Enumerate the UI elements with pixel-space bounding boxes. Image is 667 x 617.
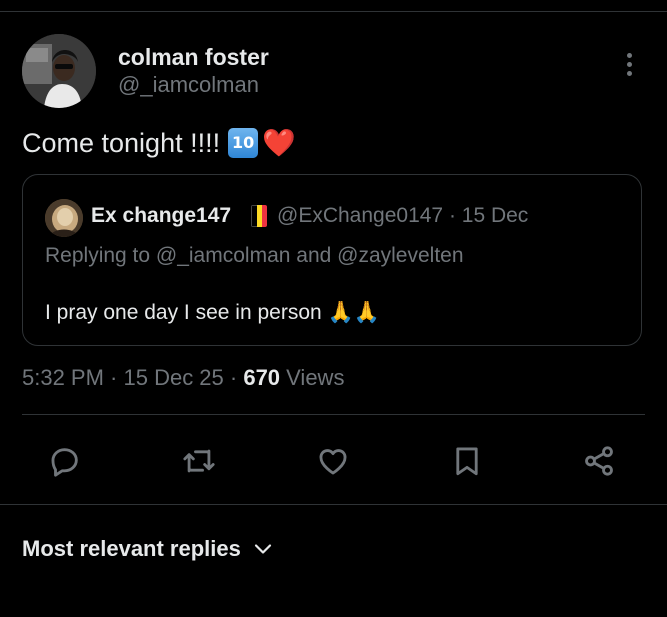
quoted-tweet-text: I pray one day I see in person 🙏🙏	[45, 301, 380, 324]
author-avatar[interactable]	[22, 34, 96, 108]
replies-sort-dropdown[interactable]: Most relevant replies	[22, 536, 275, 562]
share-button[interactable]	[580, 442, 618, 480]
tweet-time-date[interactable]: 5:32 PM · 15 Dec 25 ·	[22, 365, 243, 390]
replies-sort-label: Most relevant replies	[22, 536, 241, 561]
author-display-name[interactable]: colman foster	[118, 44, 269, 71]
replying-to-line[interactable]: Replying to @_iamcolman and @zaylevelten	[45, 244, 464, 268]
author-handle[interactable]: @_iamcolman	[118, 72, 259, 98]
tweet-detail-page: colman foster @_iamcolman Come tonight !…	[0, 0, 667, 617]
tweet-text: Come tonight !!!! 10 ❤️	[22, 127, 296, 159]
like-icon	[319, 449, 347, 475]
views-label: Views	[280, 365, 345, 390]
bookmark-button[interactable]	[448, 442, 486, 480]
more-dot-icon	[627, 71, 632, 76]
share-icon	[585, 446, 613, 476]
keycap-ten-emoji: 10	[228, 128, 259, 158]
retweet-icon	[183, 449, 215, 473]
quoted-author-avatar[interactable]	[45, 199, 83, 237]
more-dot-icon	[627, 62, 632, 67]
tweet-timestamp-views: 5:32 PM · 15 Dec 25 · 670 Views	[22, 365, 344, 391]
quoted-handle-date[interactable]: @ExChange0147 · 15 Dec	[277, 204, 528, 228]
more-dot-icon	[627, 53, 632, 58]
chevron-down-icon	[254, 544, 271, 554]
views-count: 670	[243, 365, 281, 390]
quoted-author-name[interactable]: Ex change147	[91, 204, 231, 228]
quoted-tweet-card[interactable]: Ex change147 @ExChange0147 · 15 Dec Repl…	[22, 174, 642, 346]
belgium-flag-emoji	[251, 205, 267, 227]
actions-top-divider	[22, 414, 645, 415]
bookmark-icon	[456, 447, 478, 476]
replies-divider	[0, 504, 667, 505]
reply-button[interactable]	[46, 442, 84, 480]
tweet-text-content: Come tonight !!!!	[22, 127, 221, 158]
reply-icon	[51, 448, 78, 477]
more-options-button[interactable]	[616, 50, 644, 80]
retweet-button[interactable]	[180, 442, 218, 480]
heart-emoji: ❤️	[262, 128, 296, 158]
top-divider	[0, 11, 667, 12]
like-button[interactable]	[314, 442, 352, 480]
flag-band-red	[262, 205, 267, 227]
